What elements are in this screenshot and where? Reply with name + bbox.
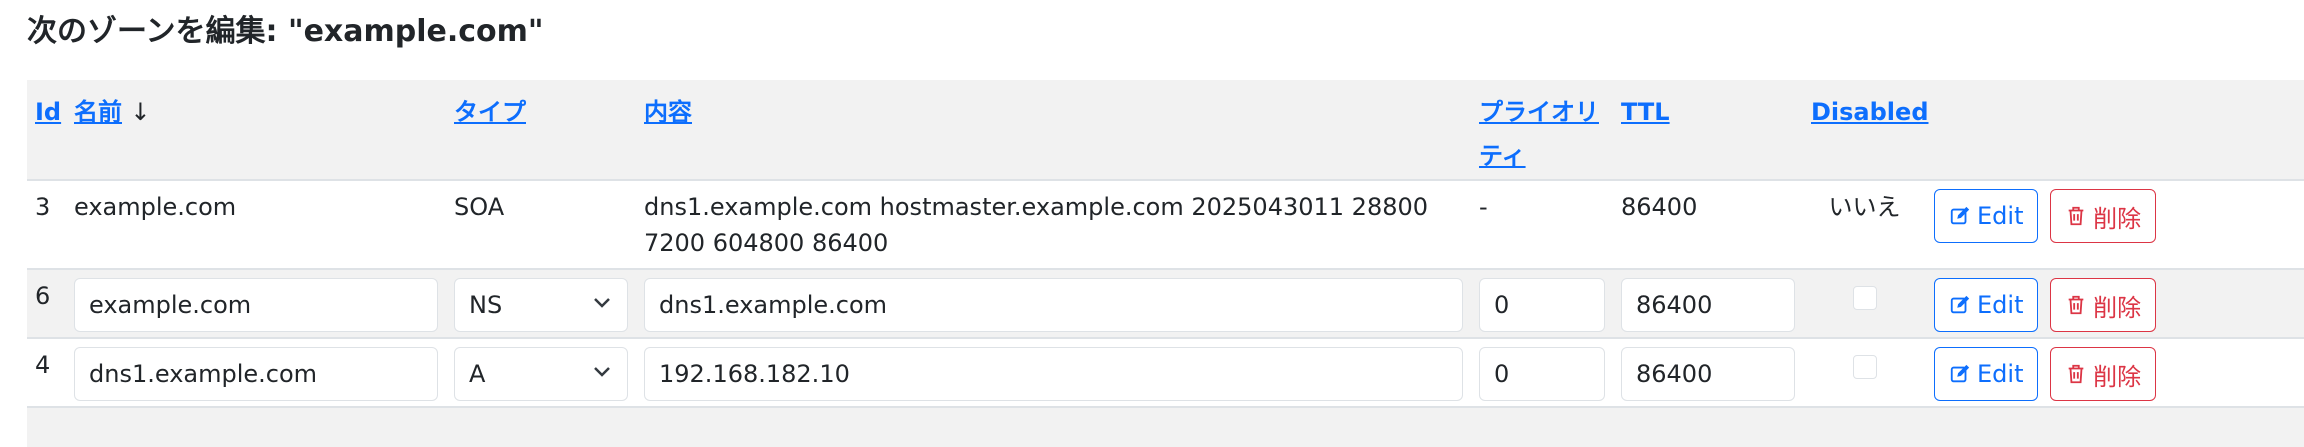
table-row-empty [27,406,2304,447]
record-actions: Edit 削除 [1926,268,2304,338]
record-actions: Edit 削除 [1926,179,2304,269]
sort-content-link[interactable]: 内容 [644,98,692,126]
chevron-down-icon [594,367,610,377]
trash-icon [2068,295,2084,315]
header-name[interactable]: 名前 ↓ [66,80,446,180]
header-actions [1926,80,2304,180]
table-row: 3 example.com SOA dns1.example.com hostm… [27,179,2304,269]
sort-name-link[interactable]: 名前 [74,98,122,126]
name-input[interactable] [74,278,438,332]
header-ttl[interactable]: TTL [1613,80,1803,180]
content-input[interactable] [644,278,1463,332]
table-row: 4 A Edit [27,337,2304,407]
type-select[interactable]: NS [454,278,628,332]
record-type: SOA [446,179,636,269]
edit-icon [1950,295,1970,314]
edit-button[interactable]: Edit [1934,347,2039,401]
delete-button-label: 削除 [2093,362,2142,391]
page-title: 次のゾーンを編集: "example.com" [27,14,544,49]
ttl-input[interactable] [1621,278,1795,332]
header-type[interactable]: タイプ [446,80,636,180]
delete-button[interactable]: 削除 [2050,278,2157,332]
edit-button[interactable]: Edit [1934,189,2039,243]
table-header-row: Id 名前 ↓ タイプ 内容 プライオリティ TTL Disabled [27,80,2304,180]
type-select[interactable]: A [454,347,628,401]
delete-button[interactable]: 削除 [2050,347,2157,401]
sort-disabled-link[interactable]: Disabled [1811,98,1929,126]
record-name: example.com [66,179,446,269]
name-input[interactable] [74,347,438,401]
trash-icon [2068,206,2084,226]
header-disabled[interactable]: Disabled [1803,80,1929,180]
header-content[interactable]: 内容 [636,80,1471,180]
sort-descending-icon: ↓ [130,98,151,126]
sort-priority-link[interactable]: プライオリティ [1479,98,1599,170]
record-id: 6 [27,268,66,338]
record-priority: - [1471,179,1613,269]
header-id[interactable]: Id [27,80,66,180]
sort-type-link[interactable]: タイプ [454,98,526,126]
edit-button-label: Edit [1977,202,2024,230]
disabled-checkbox[interactable] [1852,286,1877,310]
record-disabled: いいえ [1803,179,1926,269]
content-input[interactable] [644,347,1463,401]
records-table: Id 名前 ↓ タイプ 内容 プライオリティ TTL Disabled 3 ex… [27,80,2304,447]
trash-icon [2068,364,2084,384]
priority-input[interactable] [1479,347,1605,401]
table-row: 6 NS Edit [27,268,2304,338]
chevron-down-icon [594,298,610,308]
record-id: 4 [27,337,66,407]
delete-button-label: 削除 [2093,293,2142,322]
record-actions: Edit 削除 [1926,337,2304,407]
record-ttl: 86400 [1613,179,1803,269]
sort-ttl-link[interactable]: TTL [1621,98,1670,126]
ttl-input[interactable] [1621,347,1795,401]
edit-button-label: Edit [1977,291,2024,319]
record-id: 3 [27,179,66,269]
priority-input[interactable] [1479,278,1605,332]
disabled-checkbox[interactable] [1852,355,1877,379]
edit-icon [1950,364,1970,383]
edit-button[interactable]: Edit [1934,278,2039,332]
edit-button-label: Edit [1977,360,2024,388]
record-content: dns1.example.com hostmaster.example.com … [636,179,1471,269]
header-priority[interactable]: プライオリティ [1471,80,1613,180]
sort-id-link[interactable]: Id [35,98,61,126]
edit-icon [1950,206,1970,225]
delete-button[interactable]: 削除 [2050,189,2157,243]
delete-button-label: 削除 [2093,204,2142,233]
zone-editor-page: 次のゾーンを編集: "example.com" Id 名前 ↓ タイプ 内容 プ… [0,0,2304,447]
